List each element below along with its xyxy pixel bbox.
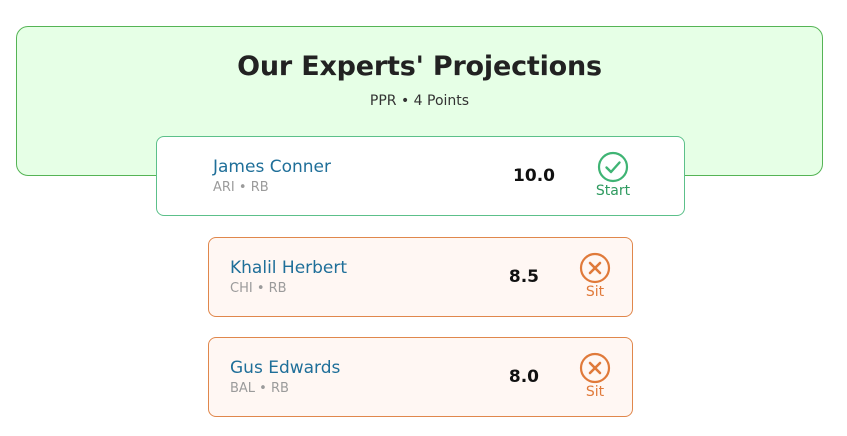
page-title: Our Experts' Projections <box>237 51 602 82</box>
player-name-link[interactable]: James Conner <box>213 157 331 177</box>
check-circle-icon <box>597 151 629 183</box>
player-name-link[interactable]: Khalil Herbert <box>230 258 347 278</box>
player-team-position: BAL • RB <box>230 381 289 396</box>
x-circle-icon <box>579 252 611 284</box>
scoring-subtitle: PPR • 4 Points <box>369 93 470 109</box>
verdict-label: Sit <box>585 284 605 300</box>
verdict-sit: Sit <box>570 252 620 300</box>
player-card-start[interactable]: James Conner ARI • RB 10.0 Start <box>156 136 685 216</box>
player-name-link[interactable]: Gus Edwards <box>230 358 340 378</box>
verdict-label: Start <box>595 183 631 199</box>
player-projection: 8.0 <box>508 367 539 387</box>
player-team-position: CHI • RB <box>230 281 287 296</box>
player-card-sit[interactable]: Gus Edwards BAL • RB 8.0 Sit <box>208 337 633 417</box>
player-card-sit[interactable]: Khalil Herbert CHI • RB 8.5 Sit <box>208 237 633 317</box>
verdict-sit: Sit <box>570 352 620 400</box>
verdict-label: Sit <box>585 384 605 400</box>
x-circle-icon <box>579 352 611 384</box>
player-team-position: ARI • RB <box>213 180 269 195</box>
verdict-start: Start <box>588 151 638 199</box>
projections-page: Our Experts' Projections PPR • 4 Points … <box>0 0 847 436</box>
player-projection: 10.0 <box>513 166 555 186</box>
player-projection: 8.5 <box>508 267 539 287</box>
